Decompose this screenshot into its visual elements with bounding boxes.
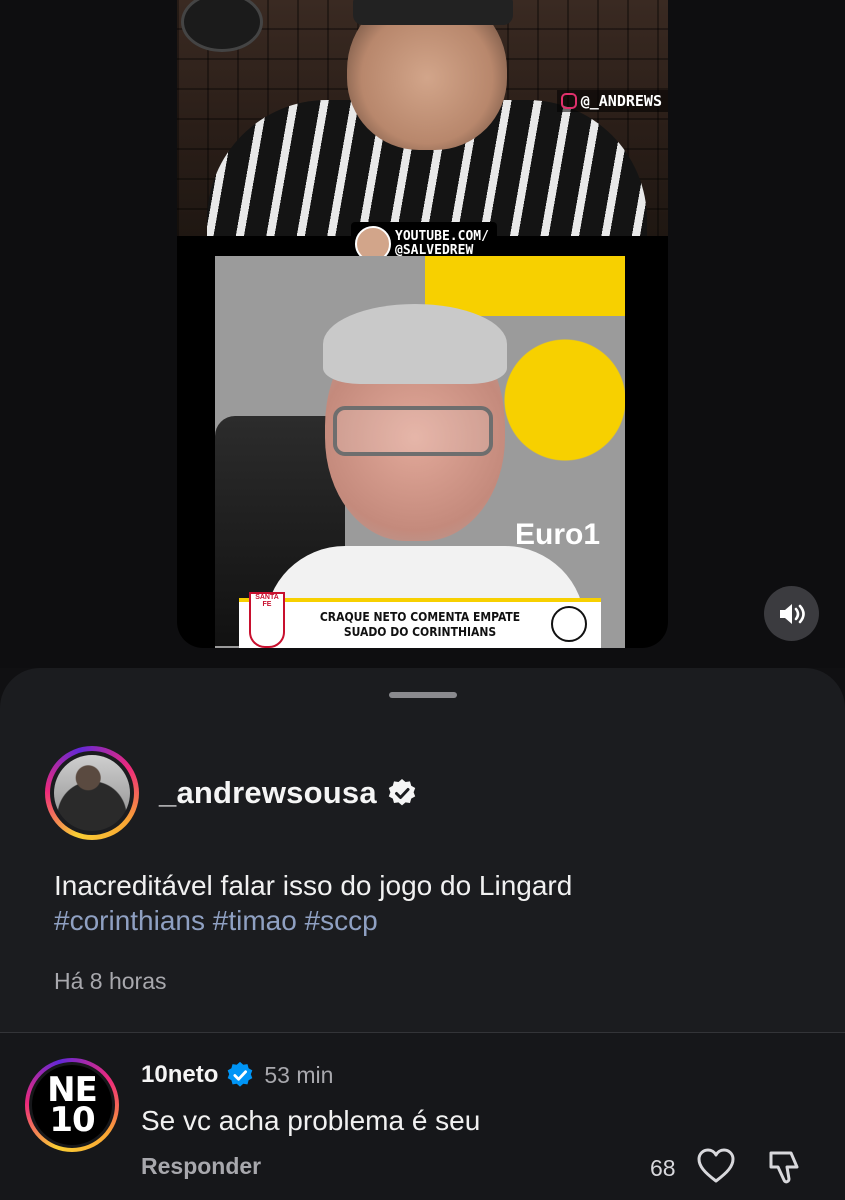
post-author-name[interactable]: _andrewsousa (159, 775, 377, 811)
santa-fe-crest-icon: SANTA FE (249, 592, 285, 648)
mute-toggle-button[interactable] (764, 586, 819, 641)
verified-badge-icon (388, 779, 415, 806)
reply-button[interactable]: Responder (141, 1153, 261, 1180)
reels-screen: @_ANDREWS YOUTUBE.COM/ @SALVEDREW Euro1 (0, 0, 845, 1200)
instagram-handle-text: @_ANDREWS (580, 92, 662, 110)
comment-item: NE 10 10neto 53 min Se vc acha problema … (0, 1033, 845, 1200)
reel-video[interactable]: @_ANDREWS YOUTUBE.COM/ @SALVEDREW Euro1 (177, 0, 668, 648)
heart-icon[interactable] (696, 1147, 736, 1185)
guest-panel: Euro1 SANTA FE CRAQUE NETO COMENTA EMPAT… (215, 256, 625, 648)
video-caption-line-1: CRAQUE NETO COMENTA EMPATE (319, 610, 521, 624)
avatar[interactable] (54, 755, 130, 831)
video-caption-text: CRAQUE NETO COMENTA EMPATE SUADO DO CORI… (320, 610, 520, 640)
avatar-logo-line-2: 10 (49, 1100, 95, 1140)
thumbs-down-icon[interactable] (765, 1147, 803, 1187)
speaker-volume-icon (779, 603, 805, 624)
streamer-panel: @_ANDREWS (177, 0, 668, 236)
post-hashtags[interactable]: #corinthians #timao #sccp (54, 903, 794, 938)
youtube-url-line: YOUTUBE.COM/ (395, 229, 489, 244)
comment-text: Se vc acha problema é seu (141, 1105, 481, 1136)
guest-hair (323, 304, 507, 384)
post-caption-text: Inacreditável falar isso do jogo do Ling… (54, 870, 573, 901)
post-caption: Inacreditável falar isso do jogo do Ling… (54, 868, 794, 938)
instagram-handle-overlay: @_ANDREWS (556, 90, 668, 112)
video-caption-bar: SANTA FE CRAQUE NETO COMENTA EMPATE SUAD… (239, 592, 601, 648)
video-area: @_ANDREWS YOUTUBE.COM/ @SALVEDREW Euro1 (0, 0, 845, 668)
streamer-cap (353, 0, 513, 25)
comments-sheet: _andrewsousa Inacreditável falar isso do… (0, 668, 845, 1200)
comment-timestamp: 53 min (264, 1061, 334, 1088)
post-author[interactable]: _andrewsousa (45, 746, 417, 840)
comment-avatar-ring[interactable]: NE 10 (25, 1058, 119, 1152)
video-caption-line-2: SUADO DO CORINTHIANS (343, 625, 497, 639)
comment-header: 10neto 53 min (141, 1061, 333, 1089)
corinthians-crest-icon (551, 606, 587, 642)
team-left-label: SANTA FE (255, 594, 279, 608)
story-ring[interactable] (45, 746, 139, 840)
youtube-badge-text: YOUTUBE.COM/ @SALVEDREW (395, 230, 489, 258)
sheet-drag-handle[interactable] (389, 692, 457, 698)
post-timestamp: Há 8 horas (54, 968, 167, 994)
sponsor-sign-text: Euro1 (515, 518, 601, 551)
comment-username[interactable]: 10neto (141, 1061, 218, 1089)
verified-badge-icon (228, 1061, 253, 1087)
guest-glasses (333, 406, 493, 456)
instagram-icon (560, 93, 577, 109)
avatar[interactable]: NE 10 (32, 1065, 112, 1145)
like-count[interactable]: 68 (650, 1155, 676, 1182)
